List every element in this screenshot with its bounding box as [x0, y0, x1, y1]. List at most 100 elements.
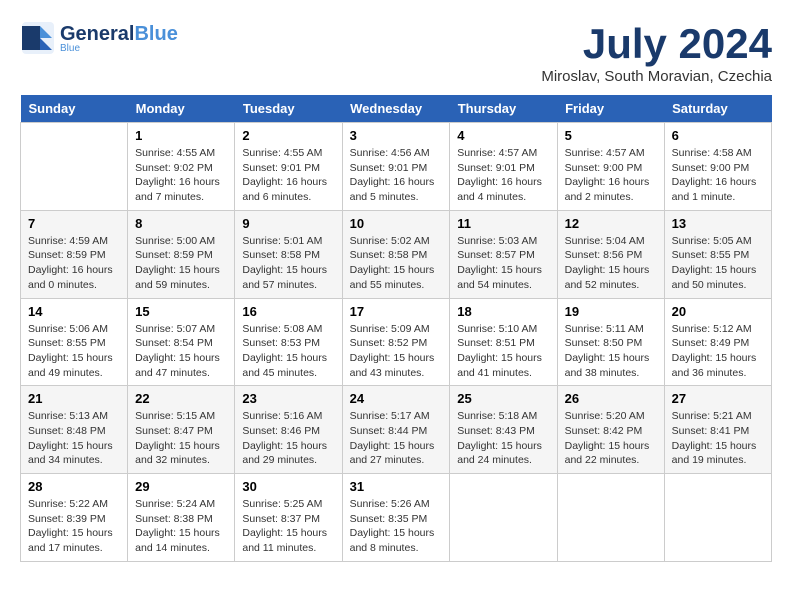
day-number: 4 — [457, 128, 549, 143]
day-info: Sunrise: 5:24 AM Sunset: 8:38 PM Dayligh… — [135, 497, 227, 556]
calendar-cell: 26 Sunrise: 5:20 AM Sunset: 8:42 PM Dayli… — [557, 386, 664, 474]
calendar-cell: 9Sunrise: 5:01 AM Sunset: 8:58 PM Daylig… — [235, 210, 342, 298]
weekday-header: Thursday — [450, 95, 557, 123]
day-number: 24 — [350, 391, 443, 406]
day-number: 25 — [457, 391, 549, 406]
day-number: 14 — [28, 304, 120, 319]
day-info: Sunrise: 5:03 AM Sunset: 8:57 PM Dayligh… — [457, 234, 549, 293]
day-info: Sunrise: 5:26 AM Sunset: 8:35 PM Dayligh… — [350, 497, 443, 556]
title-block: July 2024 Miroslav, South Moravian, Czec… — [541, 20, 772, 85]
weekday-header: Wednesday — [342, 95, 450, 123]
day-info: Sunrise: 5:02 AM Sunset: 8:58 PM Dayligh… — [350, 234, 443, 293]
day-number: 26 — [565, 391, 657, 406]
weekday-header: Saturday — [664, 95, 771, 123]
day-number: 1 — [135, 128, 227, 143]
calendar-table: SundayMondayTuesdayWednesdayThursdayFrid… — [20, 95, 772, 562]
day-number: 8 — [135, 216, 227, 231]
day-info: Sunrise: 5:25 AM Sunset: 8:37 PM Dayligh… — [242, 497, 334, 556]
calendar-cell: 25 Sunrise: 5:18 AM Sunset: 8:43 PM Dayli… — [450, 386, 557, 474]
calendar-cell: 15Sunrise: 5:07 AM Sunset: 8:54 PM Dayli… — [128, 298, 235, 386]
day-info: Sunrise: 4:57 AM Sunset: 9:01 PM Dayligh… — [457, 146, 549, 205]
day-info: Sunrise: 5:00 AM Sunset: 8:59 PM Dayligh… — [135, 234, 227, 293]
calendar-cell: 31Sunrise: 5:26 AM Sunset: 8:35 PM Dayli… — [342, 474, 450, 562]
weekday-header: Friday — [557, 95, 664, 123]
day-info: Sunrise: 5:15 AM Sunset: 8:47 PM Dayligh… — [135, 409, 227, 468]
day-info: Sunrise: 5:20 AM Sunset: 8:42 PM Dayligh… — [565, 409, 657, 468]
day-info: Sunrise: 5:09 AM Sunset: 8:52 PM Dayligh… — [350, 322, 443, 381]
day-number: 10 — [350, 216, 443, 231]
calendar-week-row: 21 Sunrise: 5:13 AM Sunset: 8:48 PM Dayli… — [21, 386, 772, 474]
calendar-cell: 23 Sunrise: 5:16 AM Sunset: 8:46 PM Dayli… — [235, 386, 342, 474]
day-number: 21 — [28, 391, 120, 406]
day-number: 6 — [672, 128, 764, 143]
calendar-cell — [21, 123, 128, 211]
calendar-cell: 21 Sunrise: 5:13 AM Sunset: 8:48 PM Dayli… — [21, 386, 128, 474]
day-number: 5 — [565, 128, 657, 143]
day-info: Sunrise: 4:56 AM Sunset: 9:01 PM Dayligh… — [350, 146, 443, 205]
day-info: Sunrise: 5:13 AM Sunset: 8:48 PM Dayligh… — [28, 409, 120, 468]
calendar-cell: 6 Sunrise: 4:58 AM Sunset: 9:00 PM Daylig… — [664, 123, 771, 211]
calendar-cell: 16 Sunrise: 5:08 AM Sunset: 8:53 PM Dayli… — [235, 298, 342, 386]
day-number: 3 — [350, 128, 443, 143]
day-number: 11 — [457, 216, 549, 231]
calendar-week-row: 14 Sunrise: 5:06 AM Sunset: 8:55 PM Dayli… — [21, 298, 772, 386]
day-info: Sunrise: 5:11 AM Sunset: 8:50 PM Dayligh… — [565, 322, 657, 381]
calendar-cell: 19 Sunrise: 5:11 AM Sunset: 8:50 PM Dayli… — [557, 298, 664, 386]
calendar-cell: 24Sunrise: 5:17 AM Sunset: 8:44 PM Dayli… — [342, 386, 450, 474]
day-number: 9 — [242, 216, 334, 231]
day-number: 18 — [457, 304, 549, 319]
day-info: Sunrise: 5:22 AM Sunset: 8:39 PM Dayligh… — [28, 497, 120, 556]
calendar-cell: 10 Sunrise: 5:02 AM Sunset: 8:58 PM Dayli… — [342, 210, 450, 298]
day-number: 22 — [135, 391, 227, 406]
day-number: 7 — [28, 216, 120, 231]
day-number: 29 — [135, 479, 227, 494]
calendar-week-row: 28Sunrise: 5:22 AM Sunset: 8:39 PM Dayli… — [21, 474, 772, 562]
day-info: Sunrise: 4:57 AM Sunset: 9:00 PM Dayligh… — [565, 146, 657, 205]
day-info: Sunrise: 5:21 AM Sunset: 8:41 PM Dayligh… — [672, 409, 764, 468]
day-info: Sunrise: 5:08 AM Sunset: 8:53 PM Dayligh… — [242, 322, 334, 381]
day-info: Sunrise: 5:07 AM Sunset: 8:54 PM Dayligh… — [135, 322, 227, 381]
calendar-cell: 18Sunrise: 5:10 AM Sunset: 8:51 PM Dayli… — [450, 298, 557, 386]
location: Miroslav, South Moravian, Czechia — [541, 68, 772, 85]
logo-icon — [20, 20, 56, 56]
weekday-header: Monday — [128, 95, 235, 123]
calendar-cell: 8 Sunrise: 5:00 AM Sunset: 8:59 PM Daylig… — [128, 210, 235, 298]
day-info: Sunrise: 5:06 AM Sunset: 8:55 PM Dayligh… — [28, 322, 120, 381]
day-info: Sunrise: 4:59 AM Sunset: 8:59 PM Dayligh… — [28, 234, 120, 293]
calendar-cell: 12Sunrise: 5:04 AM Sunset: 8:56 PM Dayli… — [557, 210, 664, 298]
calendar-cell: 11 Sunrise: 5:03 AM Sunset: 8:57 PM Dayli… — [450, 210, 557, 298]
calendar-cell: 20 Sunrise: 5:12 AM Sunset: 8:49 PM Dayli… — [664, 298, 771, 386]
day-info: Sunrise: 4:58 AM Sunset: 9:00 PM Dayligh… — [672, 146, 764, 205]
weekday-header: Tuesday — [235, 95, 342, 123]
calendar-cell: 17Sunrise: 5:09 AM Sunset: 8:52 PM Dayli… — [342, 298, 450, 386]
day-number: 12 — [565, 216, 657, 231]
day-number: 30 — [242, 479, 334, 494]
day-number: 27 — [672, 391, 764, 406]
calendar-cell: 27 Sunrise: 5:21 AM Sunset: 8:41 PM Dayli… — [664, 386, 771, 474]
calendar-cell: 5 Sunrise: 4:57 AM Sunset: 9:00 PM Daylig… — [557, 123, 664, 211]
calendar-week-row: 7 Sunrise: 4:59 AM Sunset: 8:59 PM Daylig… — [21, 210, 772, 298]
logo: GeneralBlue Blue — [20, 20, 178, 56]
weekday-header-row: SundayMondayTuesdayWednesdayThursdayFrid… — [21, 95, 772, 123]
day-number: 19 — [565, 304, 657, 319]
calendar-cell: 13Sunrise: 5:05 AM Sunset: 8:55 PM Dayli… — [664, 210, 771, 298]
day-info: Sunrise: 5:12 AM Sunset: 8:49 PM Dayligh… — [672, 322, 764, 381]
day-info: Sunrise: 5:05 AM Sunset: 8:55 PM Dayligh… — [672, 234, 764, 293]
day-info: Sunrise: 4:55 AM Sunset: 9:02 PM Dayligh… — [135, 146, 227, 205]
day-number: 20 — [672, 304, 764, 319]
calendar-cell — [557, 474, 664, 562]
calendar-cell: 30 Sunrise: 5:25 AM Sunset: 8:37 PM Dayli… — [235, 474, 342, 562]
day-info: Sunrise: 5:18 AM Sunset: 8:43 PM Dayligh… — [457, 409, 549, 468]
calendar-cell: 2 Sunrise: 4:55 AM Sunset: 9:01 PM Daylig… — [235, 123, 342, 211]
day-number: 2 — [242, 128, 334, 143]
calendar-cell: 3 Sunrise: 4:56 AM Sunset: 9:01 PM Daylig… — [342, 123, 450, 211]
calendar-cell — [664, 474, 771, 562]
day-info: Sunrise: 5:16 AM Sunset: 8:46 PM Dayligh… — [242, 409, 334, 468]
calendar-cell: 7 Sunrise: 4:59 AM Sunset: 8:59 PM Daylig… — [21, 210, 128, 298]
calendar-week-row: 1 Sunrise: 4:55 AM Sunset: 9:02 PM Daylig… — [21, 123, 772, 211]
day-info: Sunrise: 4:55 AM Sunset: 9:01 PM Dayligh… — [242, 146, 334, 205]
calendar-cell: 14 Sunrise: 5:06 AM Sunset: 8:55 PM Dayli… — [21, 298, 128, 386]
day-number: 23 — [242, 391, 334, 406]
page-header: GeneralBlue Blue July 2024 Miroslav, Sou… — [20, 20, 772, 85]
day-number: 16 — [242, 304, 334, 319]
